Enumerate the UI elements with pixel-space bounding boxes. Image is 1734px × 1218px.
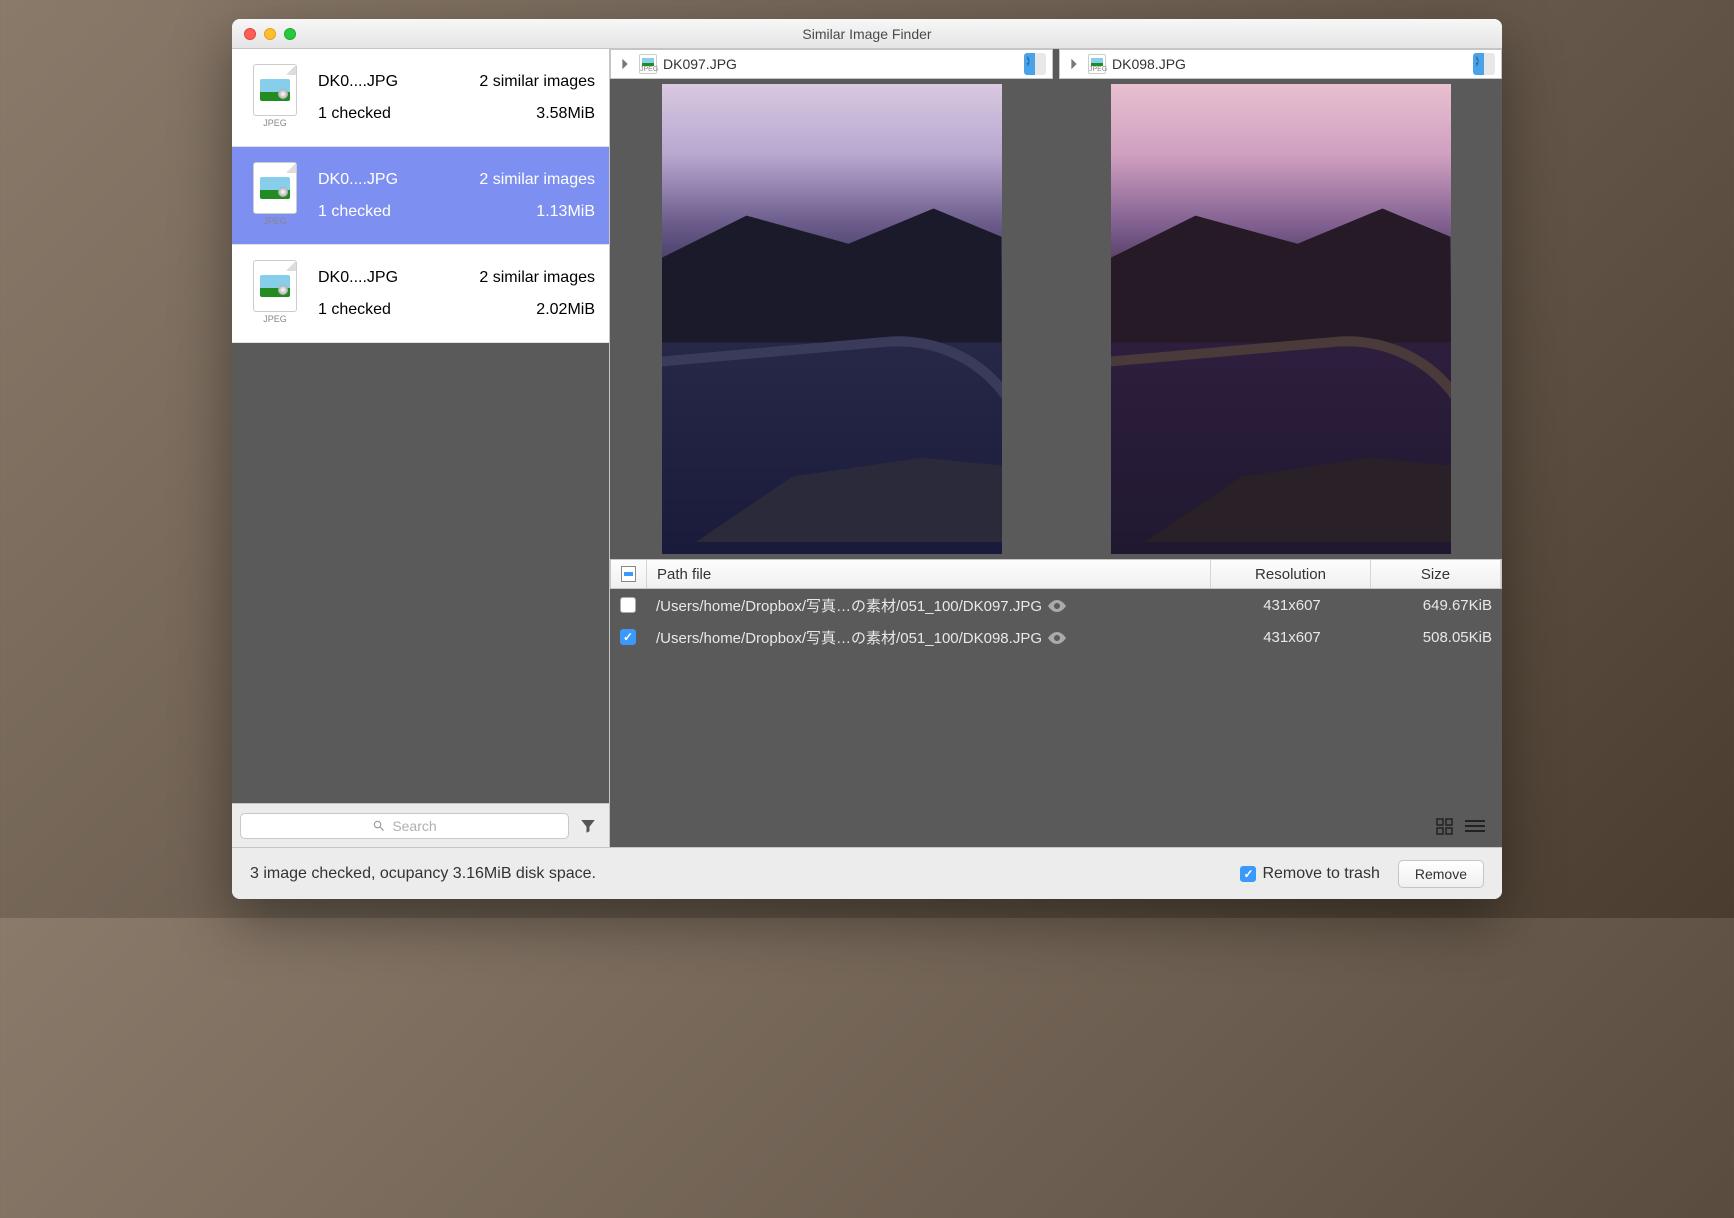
quicklook-button[interactable] <box>1048 599 1066 611</box>
group-similar-count: 2 similar images <box>479 171 595 189</box>
jpeg-icon <box>253 260 297 312</box>
file-thumbnail: JPEG <box>246 61 304 131</box>
preview-image[interactable] <box>1059 79 1502 559</box>
column-header-resolution[interactable]: Resolution <box>1211 560 1371 588</box>
sidebar: JPEG DK0....JPG 2 similar images 1 check… <box>232 49 610 847</box>
file-table: Path file Resolution Size /Users/home/Dr… <box>610 559 1502 807</box>
preview-pane-left: JPEG DK097.JPG <box>610 49 1053 559</box>
group-item[interactable]: JPEG DK0....JPG 2 similar images 1 check… <box>232 147 609 245</box>
breadcrumb-chevron-icon[interactable] <box>617 56 633 72</box>
titlebar[interactable]: Similar Image Finder <box>232 19 1502 49</box>
search-bar: Search <box>232 803 609 847</box>
group-size: 3.58MiB <box>536 105 595 123</box>
footer: 3 image checked, ocupancy 3.16MiB disk s… <box>232 847 1502 899</box>
preview-header: JPEG DK098.JPG <box>1059 49 1502 79</box>
jpeg-icon: JPEG <box>639 54 657 74</box>
preview-filename: DK097.JPG <box>663 56 1018 72</box>
remove-button[interactable]: Remove <box>1398 860 1484 888</box>
jpeg-icon: JPEG <box>1088 54 1106 74</box>
app-window: Similar Image Finder JPEG DK0....JPG 2 s… <box>232 19 1502 899</box>
search-placeholder: Search <box>392 818 436 834</box>
list-icon <box>1465 819 1485 835</box>
column-header-path[interactable]: Path file <box>647 560 1211 588</box>
column-header-check[interactable] <box>611 560 647 588</box>
photo-thumbnail <box>1111 84 1451 554</box>
file-resolution: 431x607 <box>1212 629 1372 646</box>
remove-to-trash-checkbox[interactable] <box>1240 866 1256 882</box>
reveal-in-finder-button[interactable] <box>1024 53 1046 75</box>
grid-icon <box>1436 818 1454 836</box>
photo-thumbnail <box>662 84 1002 554</box>
file-path: /Users/home/Dropbox/写真…の素材/051_100/DK097… <box>656 595 1042 616</box>
group-filename: DK0....JPG <box>318 73 398 91</box>
jpeg-icon <box>253 64 297 116</box>
filter-button[interactable] <box>575 813 601 839</box>
funnel-icon <box>579 817 597 835</box>
group-filename: DK0....JPG <box>318 171 398 189</box>
file-path: /Users/home/Dropbox/写真…の素材/051_100/DK098… <box>656 627 1042 648</box>
search-input[interactable]: Search <box>240 813 569 839</box>
group-item-body: DK0....JPG 2 similar images 1 checked 3.… <box>318 61 595 134</box>
group-similar-count: 2 similar images <box>479 269 595 287</box>
file-thumbnail: JPEG <box>246 257 304 327</box>
group-size: 1.13MiB <box>536 203 595 221</box>
preview-pane-right: JPEG DK098.JPG <box>1059 49 1502 559</box>
group-list[interactable]: JPEG DK0....JPG 2 similar images 1 check… <box>232 49 609 803</box>
search-icon <box>372 819 386 833</box>
group-item-body: DK0....JPG 2 similar images 1 checked 1.… <box>318 159 595 232</box>
table-row[interactable]: /Users/home/Dropbox/写真…の素材/051_100/DK097… <box>610 589 1502 621</box>
remove-to-trash-label: Remove to trash <box>1262 865 1379 883</box>
jpeg-icon <box>253 162 297 214</box>
group-item[interactable]: JPEG DK0....JPG 2 similar images 1 check… <box>232 245 609 343</box>
window-title: Similar Image Finder <box>232 26 1502 42</box>
preview-header: JPEG DK097.JPG <box>610 49 1053 79</box>
group-checked-count: 1 checked <box>318 301 391 319</box>
group-item[interactable]: JPEG DK0....JPG 2 similar images 1 check… <box>232 49 609 147</box>
file-size: 508.05KiB <box>1372 629 1502 646</box>
group-checked-count: 1 checked <box>318 203 391 221</box>
group-similar-count: 2 similar images <box>479 73 595 91</box>
mixed-checkbox-icon <box>621 566 636 582</box>
view-toolbar <box>610 807 1502 847</box>
main-panel: JPEG DK097.JPG JPEG DK098.JPG <box>610 49 1502 847</box>
column-header-size[interactable]: Size <box>1371 560 1501 588</box>
table-header: Path file Resolution Size <box>610 559 1502 589</box>
remove-to-trash-option[interactable]: Remove to trash <box>1240 865 1379 883</box>
grid-view-button[interactable] <box>1432 816 1458 838</box>
row-checkbox[interactable] <box>620 597 636 613</box>
list-view-button[interactable] <box>1462 816 1488 838</box>
group-checked-count: 1 checked <box>318 105 391 123</box>
row-checkbox[interactable] <box>620 629 636 645</box>
file-thumbnail: JPEG <box>246 159 304 229</box>
group-filename: DK0....JPG <box>318 269 398 287</box>
preview-image[interactable] <box>610 79 1053 559</box>
group-item-body: DK0....JPG 2 similar images 1 checked 2.… <box>318 257 595 330</box>
file-resolution: 431x607 <box>1212 597 1372 614</box>
preview-row: JPEG DK097.JPG JPEG DK098.JPG <box>610 49 1502 559</box>
content-area: JPEG DK0....JPG 2 similar images 1 check… <box>232 49 1502 847</box>
status-text: 3 image checked, ocupancy 3.16MiB disk s… <box>250 865 1222 883</box>
file-size: 649.67KiB <box>1372 597 1502 614</box>
quicklook-button[interactable] <box>1048 631 1066 643</box>
preview-filename: DK098.JPG <box>1112 56 1467 72</box>
reveal-in-finder-button[interactable] <box>1473 53 1495 75</box>
breadcrumb-chevron-icon[interactable] <box>1066 56 1082 72</box>
group-size: 2.02MiB <box>536 301 595 319</box>
table-row[interactable]: /Users/home/Dropbox/写真…の素材/051_100/DK098… <box>610 621 1502 653</box>
